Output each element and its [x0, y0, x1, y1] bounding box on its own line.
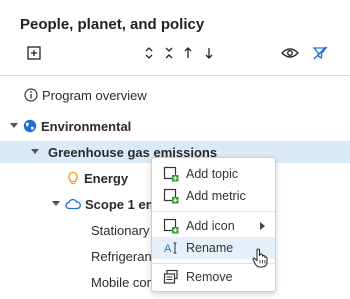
tree-item-program-overview[interactable]: Program overview	[0, 84, 350, 106]
info-icon	[24, 88, 38, 102]
menu-item-add-metric[interactable]: Add metric	[152, 185, 275, 207]
remove-icon	[163, 269, 179, 285]
panel-title: People, planet, and policy	[20, 16, 205, 33]
menu-item-add-icon[interactable]: Add icon	[152, 215, 275, 237]
caret-down-icon[interactable]	[9, 121, 19, 131]
caret-down-icon[interactable]	[51, 199, 61, 209]
arrow-down-icon[interactable]	[200, 44, 218, 62]
toolbar	[0, 44, 350, 64]
globe-icon	[23, 119, 37, 133]
tree-item-label: Environmental	[41, 118, 132, 134]
plus-square-icon[interactable]	[25, 44, 43, 62]
eye-icon[interactable]	[281, 44, 299, 62]
tree-item-label: Scope 1 emi	[85, 196, 161, 212]
menu-item-add-topic[interactable]: Add topic	[152, 163, 275, 185]
add-metric-icon	[163, 188, 179, 204]
panel: People, planet, and policy Program overv…	[0, 0, 350, 299]
tree-item-label: Stationary	[91, 222, 150, 238]
expand-vertical-icon[interactable]	[140, 44, 158, 62]
menu-item-label: Remove	[186, 270, 233, 284]
submenu-arrow-icon	[260, 222, 265, 230]
lightbulb-icon	[66, 171, 80, 185]
menu-item-label: Rename	[186, 241, 234, 255]
cloud-icon	[65, 197, 81, 211]
menu-item-label: Add metric	[186, 189, 246, 203]
tree-item-label: Refrigerant	[91, 248, 156, 264]
menu-item-remove[interactable]: Remove	[152, 266, 275, 288]
collapse-vertical-icon[interactable]	[160, 44, 178, 62]
caret-down-icon[interactable]	[30, 147, 40, 157]
add-icon-icon	[163, 218, 179, 234]
filter-off-icon[interactable]	[311, 44, 329, 62]
toolbar-divider	[0, 75, 350, 76]
tree-item-label: Mobile com	[91, 274, 158, 290]
menu-separator	[152, 211, 275, 212]
tree-item-label: Program overview	[42, 87, 147, 103]
menu-item-label: Add topic	[186, 167, 239, 181]
menu-item-label: Add icon	[186, 219, 235, 233]
svg-text:A: A	[164, 243, 172, 255]
rename-icon: A	[163, 240, 179, 256]
context-menu: Add topic Add metric Add icon A Rename R…	[151, 157, 276, 292]
hand-cursor-icon	[252, 248, 268, 268]
arrow-up-icon[interactable]	[179, 44, 197, 62]
tree-item-label: Energy	[84, 170, 129, 186]
add-topic-icon	[163, 166, 179, 182]
tree-item-environmental[interactable]: Environmental	[0, 115, 350, 137]
